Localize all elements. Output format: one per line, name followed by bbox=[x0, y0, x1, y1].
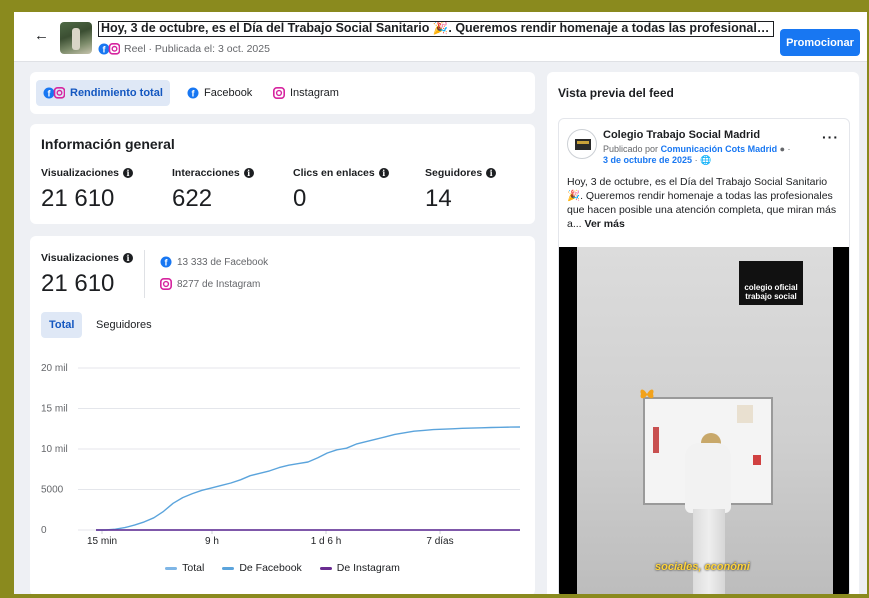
info-icon[interactable]: i bbox=[243, 168, 254, 178]
x-tick-label: 1 d 6 h bbox=[311, 536, 342, 547]
instagram-icon bbox=[160, 278, 172, 290]
facebook-breakdown-text: 13 333 de Facebook bbox=[177, 256, 269, 268]
whiteboard-paper bbox=[737, 405, 753, 423]
feed-preview-card: Vista previa del feed Colegio Trabajo So… bbox=[547, 72, 859, 594]
metric-label-views: Visualizaciones i bbox=[41, 167, 134, 179]
metric-label-followers: Seguidores i bbox=[425, 167, 497, 179]
globe-icon: · 🌐 bbox=[694, 155, 712, 165]
facebook-instagram-icon: f bbox=[98, 43, 120, 55]
post-byline: Publicado por Comunicación Cots Madrid ●… bbox=[603, 144, 791, 165]
see-more-link[interactable]: Ver más bbox=[585, 218, 625, 230]
views-label-text: Visualizaciones bbox=[41, 252, 120, 264]
subtab-total[interactable]: Total bbox=[41, 312, 83, 338]
metric-label-link-clicks: Clics en enlaces i bbox=[293, 167, 389, 179]
whiteboard-magnet bbox=[753, 455, 761, 465]
views-line-chart: 20 mil 15 mil 10 mil 5000 0 15 min 9 h 1 d 6 h 7… bbox=[41, 363, 521, 547]
person-body bbox=[685, 443, 731, 513]
tab-label: Instagram bbox=[290, 87, 339, 99]
post-text: Hoy, 3 de octubre, es el Día del Trabajo… bbox=[567, 175, 841, 231]
tab-facebook[interactable]: f Facebook bbox=[180, 80, 259, 106]
info-icon[interactable]: i bbox=[123, 168, 134, 178]
post-title[interactable]: Hoy, 3 de octubre, es el Día del Trabajo… bbox=[98, 21, 774, 37]
facebook-icon: f bbox=[187, 87, 199, 99]
byline-prefix: Publicado por bbox=[603, 144, 659, 154]
metric-label-text: Clics en enlaces bbox=[293, 167, 375, 179]
divider bbox=[144, 250, 145, 298]
video-frame: colegio oficial trabajo social sociales,… bbox=[577, 247, 833, 594]
app-frame: ← Hoy, 3 de octubre, es el Día del Traba… bbox=[14, 12, 867, 594]
post-meta-text: Reel · Publicada el: 3 oct. 2025 bbox=[124, 43, 270, 55]
post-header: ← Hoy, 3 de octubre, es el Día del Traba… bbox=[14, 12, 867, 62]
facebook-instagram-icon: f bbox=[43, 87, 65, 99]
cots-logo-icon bbox=[575, 139, 591, 150]
wall-logo-text: colegio oficial trabajo social bbox=[744, 283, 798, 301]
info-icon[interactable]: i bbox=[486, 168, 497, 178]
legend-swatch bbox=[222, 566, 235, 570]
reel-video[interactable]: colegio oficial trabajo social sociales,… bbox=[559, 247, 849, 594]
y-tick-label: 0 bbox=[41, 525, 47, 536]
y-tick-label: 10 mil bbox=[41, 444, 68, 455]
post-date-link[interactable]: 3 de octubre de 2025 bbox=[603, 155, 692, 165]
legend-swatch bbox=[165, 566, 178, 570]
metric-value-views: 21 610 bbox=[41, 185, 115, 212]
metric-value-link-clicks: 0 bbox=[293, 185, 307, 212]
post-thumbnail bbox=[60, 22, 92, 54]
info-icon[interactable]: i bbox=[123, 253, 134, 263]
tab-total-performance[interactable]: f Rendimiento total bbox=[36, 80, 170, 106]
facebook-icon: f bbox=[160, 256, 172, 268]
publisher-link[interactable]: Comunicación Cots Madrid bbox=[661, 144, 778, 154]
promote-button[interactable]: Promocionar bbox=[780, 29, 860, 56]
instagram-breakdown: 8277 de Instagram bbox=[160, 278, 260, 290]
x-tick-label: 7 días bbox=[426, 536, 453, 547]
metric-label-interactions: Interacciones i bbox=[172, 167, 254, 179]
video-subtitle: sociales, económi bbox=[655, 561, 750, 573]
more-options-icon[interactable]: ··· bbox=[822, 129, 839, 145]
info-icon[interactable]: i bbox=[378, 168, 389, 178]
legend-swatch bbox=[319, 566, 332, 570]
y-tick-label: 5000 bbox=[41, 485, 64, 496]
whiteboard-magnets bbox=[653, 427, 659, 453]
facebook-post-preview: Colegio Trabajo Social Madrid Publicado … bbox=[558, 118, 850, 594]
globe-dot-icon: ● bbox=[779, 144, 786, 154]
metric-label-text: Interacciones bbox=[172, 167, 240, 179]
legend-label: De Facebook bbox=[239, 562, 302, 574]
back-arrow-icon[interactable]: ← bbox=[34, 28, 50, 44]
views-total-value: 21 610 bbox=[41, 270, 115, 297]
x-tick-label: 15 min bbox=[87, 536, 117, 547]
page-name[interactable]: Colegio Trabajo Social Madrid bbox=[603, 129, 760, 141]
views-chart-card: Visualizaciones i 21 610 f 13 333 de Face… bbox=[30, 236, 535, 594]
section-title: Información general bbox=[41, 136, 175, 152]
metric-value-followers: 14 bbox=[425, 185, 452, 212]
tab-label: Rendimiento total bbox=[70, 87, 163, 99]
x-tick-label: 9 h bbox=[205, 536, 219, 547]
legend-label: De Instagram bbox=[336, 562, 400, 574]
legend-item-instagram[interactable]: De Instagram bbox=[319, 562, 400, 574]
chart-legend: Total De Facebook De Instagram bbox=[30, 562, 535, 574]
instagram-icon bbox=[273, 87, 285, 99]
metric-label-text: Seguidores bbox=[425, 167, 483, 179]
views-label: Visualizaciones i bbox=[41, 252, 134, 264]
subtab-followers[interactable]: Seguidores bbox=[88, 312, 160, 338]
butterfly-icon bbox=[640, 389, 654, 399]
performance-tabs: f Rendimiento total f Facebook Instagram bbox=[30, 72, 535, 114]
avatar[interactable] bbox=[567, 129, 597, 159]
legend-item-facebook[interactable]: De Facebook bbox=[222, 562, 302, 574]
tab-label: Facebook bbox=[204, 87, 253, 99]
facebook-breakdown: f 13 333 de Facebook bbox=[160, 256, 268, 268]
y-tick-label: 15 mil bbox=[41, 404, 68, 415]
series-line-facebook bbox=[96, 426, 521, 531]
tab-instagram[interactable]: Instagram bbox=[266, 80, 346, 106]
legend-label: Total bbox=[182, 562, 205, 574]
y-tick-label: 20 mil bbox=[41, 363, 68, 374]
post-meta: f Reel · Publicada el: 3 oct. 2025 bbox=[98, 42, 270, 56]
person-legs bbox=[693, 509, 725, 594]
metric-label-text: Visualizaciones bbox=[41, 167, 120, 179]
general-info-card: Información general Visualizaciones i 21 … bbox=[30, 124, 535, 224]
metric-value-interactions: 622 bbox=[172, 185, 213, 212]
legend-item-total[interactable]: Total bbox=[165, 562, 204, 574]
instagram-breakdown-text: 8277 de Instagram bbox=[177, 278, 261, 290]
preview-title: Vista previa del feed bbox=[558, 86, 674, 100]
